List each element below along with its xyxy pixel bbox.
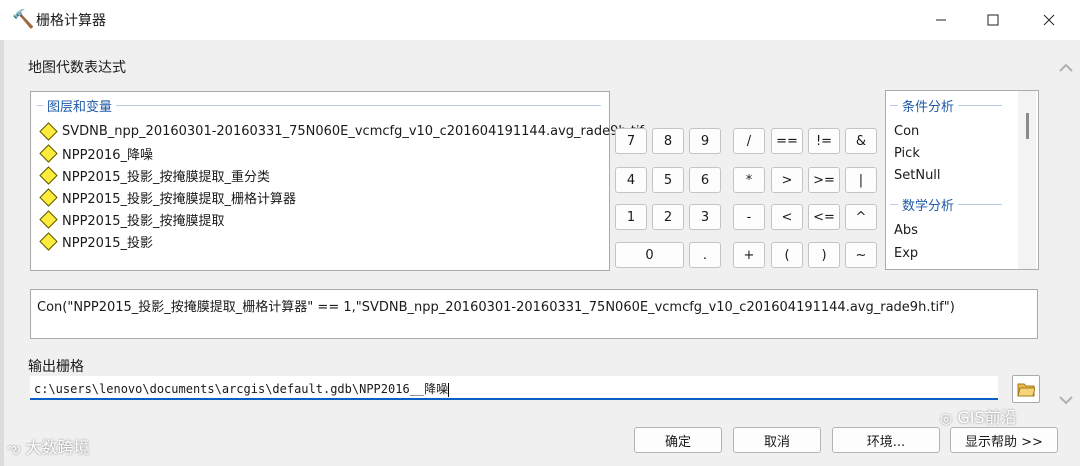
layer-item[interactable]: SVDNB_npp_20160301-20160331_75N060E_vcmc… [39, 120, 644, 142]
raster-layer-icon [39, 187, 58, 207]
calc-button-plus[interactable]: + [733, 242, 765, 268]
calc-button-greater[interactable]: > [771, 167, 803, 193]
scroll-down-icon[interactable] [1054, 388, 1078, 412]
dialog-scrollbar[interactable] [1054, 44, 1078, 424]
calc-button-multiply[interactable]: * [733, 167, 765, 193]
calc-button-not[interactable]: ~ [845, 242, 877, 268]
layer-item[interactable]: NPP2015_投影 [39, 230, 153, 252]
calc-button-decimal[interactable]: . [689, 242, 721, 268]
raster-layer-icon [39, 143, 58, 163]
watermark-right: ◎ GIS前沿 [940, 408, 1017, 427]
watermark-left: ఌ 大数跨境 [8, 438, 90, 457]
calc-button-5[interactable]: 5 [652, 167, 684, 193]
scroll-up-icon[interactable] [1054, 56, 1078, 80]
open-folder-icon [1017, 383, 1035, 397]
calc-button-close-paren[interactable]: ) [808, 242, 840, 268]
calc-button-2[interactable]: 2 [652, 204, 684, 230]
expression-box[interactable]: Con("NPP2015_投影_按掩膜提取_栅格计算器" == 1,"SVDNB… [30, 289, 1038, 339]
title-bar: 🔨 栅格计算器 [0, 0, 1080, 40]
browse-folder-button[interactable] [1012, 375, 1040, 403]
window-edge [0, 40, 4, 466]
calc-button-4[interactable]: 4 [615, 167, 647, 193]
expression-label: 地图代数表达式 [28, 60, 126, 76]
calc-button-1[interactable]: 1 [615, 204, 647, 230]
layer-item[interactable]: NPP2016_降噪 [39, 142, 153, 164]
calc-button-greater-equal[interactable]: >= [808, 167, 840, 193]
calc-button-minus[interactable]: - [733, 204, 765, 230]
layers-legend-line [37, 105, 601, 106]
calc-button-8[interactable]: 8 [652, 128, 684, 154]
calc-button-xor[interactable]: ^ [845, 204, 877, 230]
minimize-button[interactable] [918, 0, 964, 40]
functions-scrollbar[interactable] [1018, 91, 1036, 269]
layers-panel: 图层和变量 SVDNB_npp_20160301-20160331_75N060… [30, 91, 644, 271]
layer-item[interactable]: NPP2015_投影_按掩膜提取 [39, 208, 225, 230]
raster-layer-icon [39, 121, 58, 141]
maximize-button[interactable] [970, 0, 1016, 40]
ok-button[interactable]: 确定 [634, 427, 722, 453]
weibo-logo-icon: ఌ [8, 441, 21, 457]
cancel-button[interactable]: 取消 [733, 427, 821, 453]
layers-legend: 图层和变量 [43, 96, 117, 115]
output-raster-label: 输出栅格 [28, 359, 84, 375]
raster-layer-icon [39, 209, 58, 229]
conditional-legend: 条件分析 [898, 96, 959, 115]
show-help-button[interactable]: 显示帮助 >> [950, 427, 1058, 453]
output-raster-input[interactable]: c:\users\lenovo\documents\arcgis\default… [30, 376, 998, 400]
raster-layer-icon [39, 231, 58, 251]
function-item[interactable]: SetNull [894, 168, 941, 183]
close-icon [1043, 14, 1055, 26]
maximize-icon [987, 14, 999, 26]
function-item[interactable]: Con [894, 124, 919, 139]
raster-layer-icon [39, 165, 58, 185]
calc-button-and[interactable]: & [845, 128, 877, 154]
calc-button-9[interactable]: 9 [689, 128, 721, 154]
calc-button-7[interactable]: 7 [615, 128, 647, 154]
scrollbar-thumb[interactable] [1026, 113, 1029, 139]
hammer-icon: 🔨 [12, 9, 35, 30]
window-title: 栅格计算器 [36, 13, 106, 29]
function-item[interactable]: Exp [894, 246, 918, 261]
calc-button-less-equal[interactable]: <= [808, 204, 840, 230]
calc-button-open-paren[interactable]: ( [771, 242, 803, 268]
calc-button-or[interactable]: | [845, 167, 877, 193]
calc-button-divide[interactable]: / [733, 128, 765, 154]
function-item[interactable]: Abs [894, 223, 918, 238]
calc-button-3[interactable]: 3 [689, 204, 721, 230]
wechat-logo-icon: ◎ [940, 411, 953, 427]
calc-button-0[interactable]: 0 [615, 242, 684, 268]
calc-button-not-equal[interactable]: != [808, 128, 840, 154]
functions-panel: 条件分析 Con Pick SetNull 数学分析 Abs Exp [885, 90, 1039, 270]
expression-text: Con("NPP2015_投影_按掩膜提取_栅格计算器" == 1,"SVDNB… [37, 300, 955, 315]
calc-button-less[interactable]: < [771, 204, 803, 230]
calc-button-6[interactable]: 6 [689, 167, 721, 193]
calc-button-equal[interactable]: == [771, 128, 803, 154]
layer-item[interactable]: NPP2015_投影_按掩膜提取_重分类 [39, 164, 270, 186]
minimize-icon [936, 19, 946, 21]
text-cursor [448, 382, 450, 397]
function-item[interactable]: Pick [894, 146, 920, 161]
environments-button[interactable]: 环境... [832, 427, 940, 453]
math-legend: 数学分析 [898, 195, 959, 214]
layer-item[interactable]: NPP2015_投影_按掩膜提取_栅格计算器 [39, 186, 296, 208]
close-button[interactable] [1026, 0, 1072, 40]
